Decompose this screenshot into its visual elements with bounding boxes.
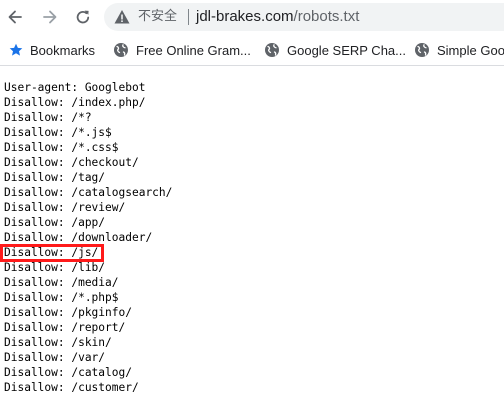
bookmark-label: Google SERP Cha... xyxy=(287,42,406,58)
robots-line: Disallow: /media/ xyxy=(4,276,119,289)
url-text[interactable]: jdl-brakes.com/robots.txt xyxy=(196,7,359,27)
robots-line: Disallow: /lib/ xyxy=(4,261,106,274)
bookmark-free-online-grammar[interactable]: Free Online Gram... xyxy=(113,39,251,61)
warning-triangle-icon[interactable] xyxy=(113,8,131,26)
robots-line: Disallow: /customer/ xyxy=(4,381,139,394)
bookmark-label: Bookmarks xyxy=(30,42,96,58)
globe-icon xyxy=(415,43,429,57)
address-bar[interactable]: 不安全 jdl-brakes.com/robots.txt xyxy=(104,3,504,31)
robots-line: Disallow: /skin/ xyxy=(4,336,112,349)
globe-icon xyxy=(265,43,279,57)
bookmark-label: Free Online Gram... xyxy=(136,42,251,58)
robots-line: Disallow: /catalog/ xyxy=(4,366,132,379)
robots-line: User-agent: Googlebot xyxy=(4,81,146,94)
red-highlight-box xyxy=(0,244,104,262)
back-button[interactable] xyxy=(3,5,27,29)
robots-line: Disallow: /var/ xyxy=(4,351,106,364)
bookmark-bookmarks[interactable]: Bookmarks xyxy=(9,39,95,61)
robots-txt-text: User-agent: Googlebot Disallow: /index.p… xyxy=(4,80,172,395)
bookmark-google-serp-checker[interactable]: Google SERP Cha... xyxy=(264,39,406,61)
robots-line: Disallow: /*? xyxy=(4,111,92,124)
robots-line: Disallow: /app/ xyxy=(4,216,106,229)
back-arrow-icon xyxy=(8,10,22,24)
security-status-label[interactable]: 不安全 xyxy=(138,8,177,26)
robots-line: Disallow: /pkginfo/ xyxy=(4,306,132,319)
bookmarks-bar: Bookmarks Free Online Gram... Google SER… xyxy=(0,35,504,66)
address-divider xyxy=(188,9,189,25)
robots-line: Disallow: /downloader/ xyxy=(4,231,153,244)
browser-toolbar: 不安全 jdl-brakes.com/robots.txt xyxy=(0,0,504,35)
reload-button[interactable] xyxy=(71,5,95,29)
globe-icon xyxy=(114,43,128,57)
url-host: jdl-brakes.com xyxy=(196,8,294,25)
url-path: /robots.txt xyxy=(293,8,360,25)
page-content: User-agent: Googlebot Disallow: /index.p… xyxy=(0,66,504,410)
robots-line: Disallow: /*.css$ xyxy=(4,141,119,154)
reload-icon xyxy=(76,10,90,24)
robots-line: Disallow: /index.php/ xyxy=(4,96,146,109)
robots-line: Disallow: /*.js$ xyxy=(4,126,112,139)
robots-line: Disallow: /catalogsearch/ xyxy=(4,186,173,199)
robots-line: Disallow: /tag/ xyxy=(4,171,106,184)
bookmark-label: Simple Goo xyxy=(437,42,504,58)
robots-line: Disallow: /report/ xyxy=(4,321,126,334)
forward-button[interactable] xyxy=(38,5,62,29)
bookmark-simple-goo[interactable]: Simple Goo xyxy=(414,39,504,61)
robots-line: Disallow: /*.php$ xyxy=(4,291,119,304)
star-icon xyxy=(9,43,23,56)
robots-line: Disallow: /review/ xyxy=(4,201,126,214)
forward-arrow-icon xyxy=(43,10,57,24)
robots-line: Disallow: /checkout/ xyxy=(4,156,139,169)
